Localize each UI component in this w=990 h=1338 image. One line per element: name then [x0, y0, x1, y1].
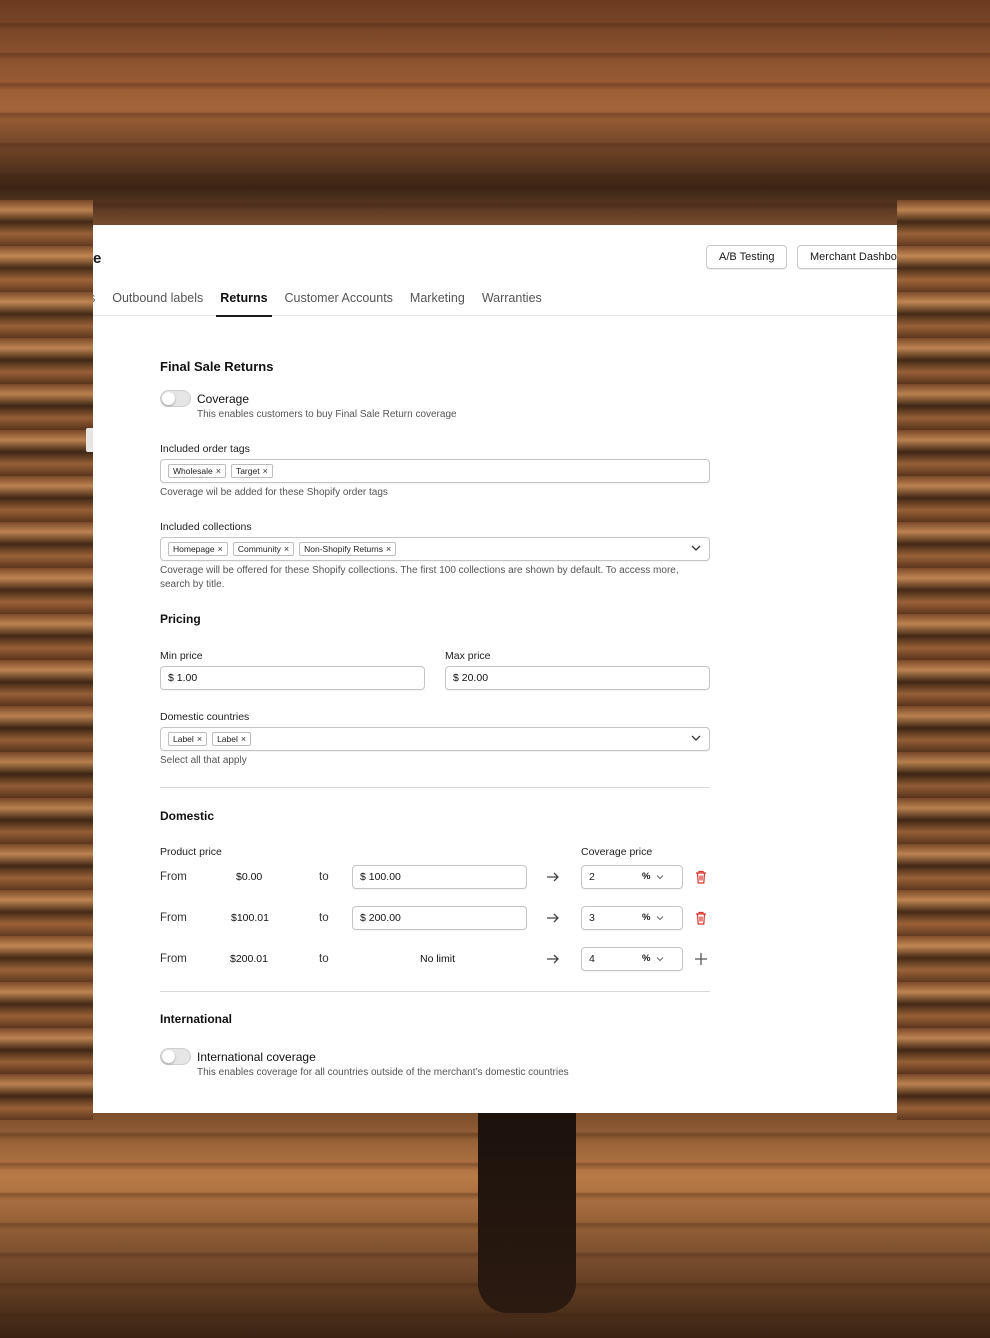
tab-warranties[interactable]: Warranties [482, 285, 542, 316]
arrow-right-icon [547, 872, 559, 882]
trash-icon[interactable] [693, 910, 709, 926]
chevron-down-icon[interactable] [691, 543, 701, 553]
close-icon[interactable]: × [216, 465, 221, 477]
ab-testing-button[interactable]: A/B Testing [706, 245, 787, 269]
close-icon[interactable]: × [386, 543, 391, 555]
order-tags-input[interactable]: Wholesale × Target × [160, 459, 710, 483]
international-toggle-title: International coverage [197, 1050, 316, 1064]
from-value: $200.01 [230, 953, 268, 965]
to-label: to [319, 912, 329, 924]
max-price-input[interactable]: $ 20.00 [445, 666, 710, 690]
background-figure [478, 1113, 576, 1313]
domestic-heading: Domestic [160, 809, 215, 823]
collections-help: Coverage will be offered for these Shopi… [160, 565, 679, 590]
country-chip: Label × [212, 732, 252, 746]
tag-chip: Target × [230, 464, 273, 478]
domestic-countries-select[interactable]: Label × Label × [160, 727, 710, 751]
settings-panel: e A/B Testing Merchant Dashboard s Outbo… [93, 225, 897, 1113]
tab-partial[interactable]: s [93, 285, 95, 316]
order-tags-label: Included order tags [160, 443, 250, 455]
top-bar: e A/B Testing Merchant Dashboard s Outbo… [93, 225, 897, 317]
coverage-price-label: Coverage price [581, 846, 653, 858]
international-toggle-description: This enables coverage for all countries … [197, 1067, 569, 1078]
merchant-dashboard-button[interactable]: Merchant Dashboard [797, 245, 897, 269]
chevron-down-icon[interactable] [691, 733, 701, 743]
plus-icon[interactable] [693, 951, 709, 967]
collection-chip: Non-Shopify Returns × [299, 542, 397, 556]
international-coverage-toggle[interactable] [160, 1048, 191, 1065]
collections-select[interactable]: Homepage × Community × Non-Shopify Returns… [160, 537, 710, 561]
to-label: to [319, 871, 329, 883]
coverage-toggle[interactable] [160, 390, 191, 407]
pricing-heading: Pricing [160, 612, 201, 626]
final-sale-heading: Final Sale Returns [160, 359, 274, 374]
chevron-down-icon [656, 875, 664, 880]
to-label: to [319, 953, 329, 965]
domestic-countries-help: Select all that apply [160, 755, 247, 766]
arrow-right-icon [547, 954, 559, 964]
coverage-price-select[interactable]: 3 % [581, 906, 683, 930]
tab-customer-accounts[interactable]: Customer Accounts [285, 285, 393, 316]
close-icon[interactable]: × [197, 733, 202, 745]
trash-icon[interactable] [693, 869, 709, 885]
product-price-label: Product price [160, 846, 222, 858]
close-icon[interactable]: × [241, 733, 246, 745]
coverage-toggle-description: This enables customers to buy Final Sale… [197, 409, 457, 420]
to-price-input[interactable]: $ 200.00 [352, 906, 527, 930]
min-price-label: Min price [160, 650, 203, 662]
toggle-knob [162, 1050, 175, 1063]
coverage-price-select[interactable]: 2 % [581, 865, 683, 889]
coverage-price-select[interactable]: 4 % [581, 947, 683, 971]
page-title: e [93, 250, 102, 267]
chevron-down-icon [656, 916, 664, 921]
close-icon[interactable]: × [263, 465, 268, 477]
from-value: $100.01 [231, 912, 269, 924]
background-left-strip [0, 200, 93, 1120]
from-label: From [160, 912, 187, 924]
min-price-input[interactable]: $ 1.00 [160, 666, 425, 690]
order-tags-help: Coverage wil be added for these Shopify … [160, 487, 388, 498]
tab-marketing[interactable]: Marketing [410, 285, 465, 316]
tab-returns[interactable]: Returns [216, 285, 272, 317]
coverage-toggle-title: Coverage [197, 392, 250, 406]
background-right-strip [897, 200, 990, 1120]
close-icon[interactable]: × [218, 543, 223, 555]
from-label: From [160, 871, 187, 883]
arrow-right-icon [547, 913, 559, 923]
section-divider [160, 787, 710, 788]
tab-outbound-labels[interactable]: Outbound labels [112, 285, 203, 316]
max-price-label: Max price [445, 650, 491, 662]
chevron-down-icon [656, 957, 664, 962]
no-limit-value: No limit [420, 953, 456, 965]
collection-chip: Community × [232, 542, 295, 556]
toggle-knob [162, 392, 175, 405]
country-chip: Label × [168, 732, 208, 746]
to-price-input[interactable]: $ 100.00 [352, 865, 527, 889]
close-icon[interactable]: × [284, 543, 289, 555]
collections-label: Included collections [160, 521, 252, 533]
from-value: $0.00 [236, 871, 263, 883]
domestic-countries-label: Domestic countries [160, 711, 250, 723]
from-label: From [160, 953, 187, 965]
international-heading: International [160, 1012, 233, 1026]
section-divider [160, 991, 710, 992]
collection-chip: Homepage × [168, 542, 228, 556]
tag-chip: Wholesale × [168, 464, 226, 478]
tab-bar: s Outbound labels Returns Customer Accou… [93, 285, 559, 317]
